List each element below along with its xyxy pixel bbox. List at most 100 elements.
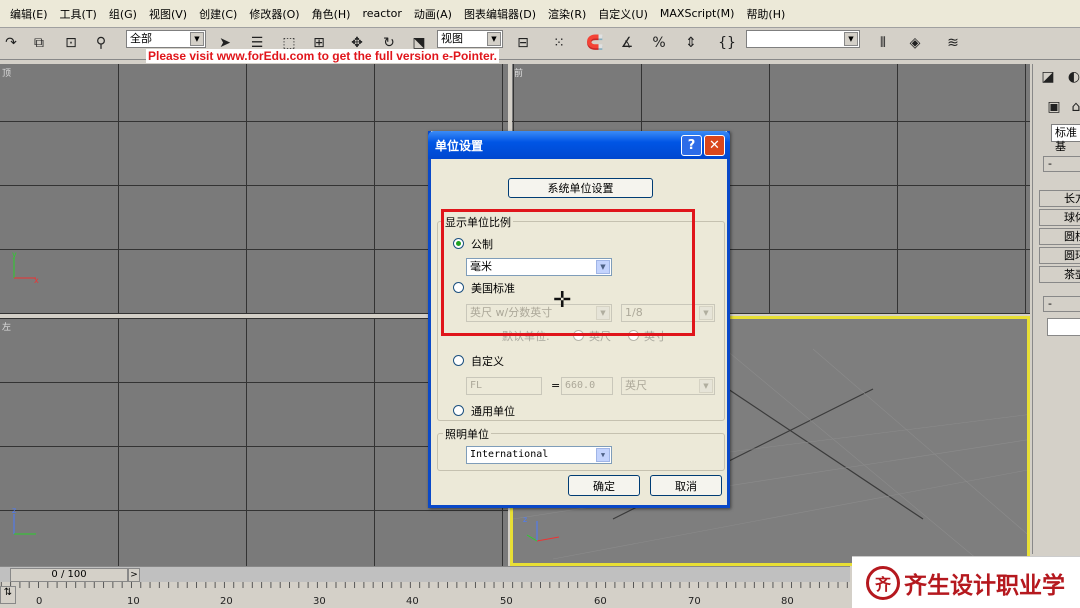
tick-label: 80 xyxy=(781,596,794,607)
menu-group[interactable]: 组(G) xyxy=(103,6,143,22)
dialog-titlebar[interactable]: 单位设置 ? ✕ xyxy=(428,131,730,159)
command-panel: ◪ ◐ ▣ ⌂ 标准基 - 长方 球体 圆柱 圆环 茶壶 - xyxy=(1032,64,1080,554)
help-icon[interactable]: ? xyxy=(681,135,702,156)
spinner-snap-icon[interactable]: ⇕ xyxy=(680,32,702,54)
custom-equals: = xyxy=(551,379,561,392)
close-icon[interactable]: ✕ xyxy=(704,135,725,156)
torus-button[interactable]: 圆环 xyxy=(1039,247,1080,264)
menu-graph-editors[interactable]: 图表编辑器(D) xyxy=(458,6,542,22)
select-manipulate-icon[interactable]: ⁙ xyxy=(548,32,570,54)
us-standard-dropdown[interactable]: 英尺 w/分数英寸 ▼ xyxy=(466,304,612,322)
modify-tab-icon[interactable]: ◐ xyxy=(1063,66,1080,88)
generic-units-radio[interactable] xyxy=(453,405,464,416)
link-icon[interactable]: ⧉ xyxy=(28,32,50,54)
menu-create[interactable]: 创建(C) xyxy=(193,6,243,22)
custom-unit-dropdown[interactable]: 英尺 ▼ xyxy=(621,377,715,395)
menu-tools[interactable]: 工具(T) xyxy=(54,6,103,22)
time-slider-bar: 0 / 100 > xyxy=(0,566,850,582)
metric-units-dropdown[interactable]: 毫米 ▼ xyxy=(466,258,612,276)
school-logo-icon: 齐 xyxy=(866,565,900,600)
mirror-icon[interactable]: ⫴ xyxy=(872,32,894,54)
menu-rendering[interactable]: 渲染(R) xyxy=(542,6,592,22)
next-frame-button[interactable]: > xyxy=(128,568,140,582)
custom-value-field[interactable]: 660.0 xyxy=(561,377,613,395)
percent-snap-icon[interactable]: % xyxy=(648,32,670,54)
ok-button[interactable]: 确定 xyxy=(568,475,640,496)
chevron-down-icon: ▼ xyxy=(596,306,610,320)
cancel-button[interactable]: 取消 xyxy=(650,475,722,496)
viewport-top-label[interactable]: 顶 xyxy=(2,66,11,79)
rollout-name-color[interactable]: - xyxy=(1043,296,1080,312)
system-units-button[interactable]: 系统单位设置 xyxy=(508,178,653,198)
feet-radio[interactable] xyxy=(573,330,584,341)
menu-customize[interactable]: 自定义(U) xyxy=(592,6,654,22)
us-fraction-value: 1/8 xyxy=(625,306,643,319)
selection-filter-dropdown[interactable]: 全部 ▼ xyxy=(126,30,206,48)
us-fraction-dropdown[interactable]: 1/8 ▼ xyxy=(621,304,715,322)
menu-bar: 编辑(E) 工具(T) 组(G) 视图(V) 创建(C) 修改器(O) 角色(H… xyxy=(0,0,1080,28)
chevron-down-icon: ▼ xyxy=(844,32,858,46)
pivot-center-icon[interactable]: ⊟ xyxy=(512,32,534,54)
align-icon[interactable]: ◈ xyxy=(904,32,926,54)
track-bar[interactable]: ⇅ 0 10 20 30 40 50 60 70 80 xyxy=(0,582,850,608)
object-type-dropdown[interactable]: 标准基 xyxy=(1051,124,1080,153)
chevron-down-icon: ▼ xyxy=(596,260,610,274)
time-slider[interactable]: 0 / 100 xyxy=(10,568,128,582)
custom-radio[interactable] xyxy=(453,355,464,366)
menu-reactor[interactable]: reactor xyxy=(356,7,407,20)
metric-radio[interactable] xyxy=(453,238,464,249)
feet-label: 英尺 xyxy=(589,330,611,343)
metric-units-value: 毫米 xyxy=(470,260,492,273)
tick-label: 70 xyxy=(688,596,701,607)
custom-name-field[interactable]: FL xyxy=(466,377,542,395)
menu-character[interactable]: 角色(H) xyxy=(306,6,357,22)
lighting-units-group: 照明单位 International ▼ xyxy=(437,426,725,471)
inches-label: 英寸 xyxy=(644,330,666,343)
move-cursor-icon: ✛ xyxy=(553,288,572,313)
create-tab-icon[interactable]: ◪ xyxy=(1037,66,1059,88)
us-standard-value: 英尺 w/分数英寸 xyxy=(470,306,553,319)
menu-animation[interactable]: 动画(A) xyxy=(408,6,458,22)
unlink-icon[interactable]: ⊡ xyxy=(60,32,82,54)
us-standard-radio[interactable] xyxy=(453,282,464,293)
us-standard-label: 美国标准 xyxy=(471,282,515,295)
shapes-icon[interactable]: ⌂ xyxy=(1065,96,1080,118)
object-type-value: 标准基 xyxy=(1055,126,1077,153)
menu-edit[interactable]: 编辑(E) xyxy=(4,6,54,22)
tick-label: 40 xyxy=(406,596,419,607)
redo-icon[interactable]: ↷ xyxy=(0,32,22,54)
viewport-left-label[interactable]: 左 xyxy=(2,320,11,333)
snap-toggle-icon[interactable]: 🧲 xyxy=(584,32,606,54)
menu-maxscript[interactable]: MAXScript(M) xyxy=(654,7,741,20)
tick-label: 0 xyxy=(36,596,43,607)
geometry-icon[interactable]: ▣ xyxy=(1043,96,1065,118)
dialog-title: 单位设置 xyxy=(435,139,484,153)
metric-label: 公制 xyxy=(471,238,493,251)
teapot-button[interactable]: 茶壶 xyxy=(1039,266,1080,283)
menu-modifiers[interactable]: 修改器(O) xyxy=(243,6,305,22)
display-unit-scale-group: 显示单位比例 公制 毫米 ▼ 美国标准 英尺 w/分数英寸 ▼ 1/8 ▼ 默认… xyxy=(437,214,725,421)
rollout-object-type[interactable]: - xyxy=(1043,156,1080,172)
named-selection-dropdown[interactable]: ▼ xyxy=(746,30,860,48)
viewport-front-label[interactable]: 前 xyxy=(514,66,523,79)
key-mode-icon[interactable]: ⇅ xyxy=(0,586,16,604)
named-selection-edit-icon[interactable]: {} xyxy=(716,32,738,54)
reference-coord-dropdown[interactable]: 视图 ▼ xyxy=(437,30,503,48)
sphere-button[interactable]: 球体 xyxy=(1039,209,1080,226)
name-input[interactable] xyxy=(1047,318,1080,336)
angle-snap-icon[interactable]: ∡ xyxy=(616,32,638,54)
menu-views[interactable]: 视图(V) xyxy=(143,6,193,22)
bind-space-warp-icon[interactable]: ⚲ xyxy=(90,32,112,54)
tick-label: 10 xyxy=(127,596,140,607)
inches-radio[interactable] xyxy=(628,330,639,341)
display-unit-scale-title: 显示单位比例 xyxy=(443,214,513,230)
chevron-down-icon: ▼ xyxy=(596,448,610,462)
custom-label: 自定义 xyxy=(471,355,504,368)
lighting-units-dropdown[interactable]: International ▼ xyxy=(466,446,612,464)
menu-help[interactable]: 帮助(H) xyxy=(740,6,791,22)
layer-manager-icon[interactable]: ≋ xyxy=(942,32,964,54)
cylinder-button[interactable]: 圆柱 xyxy=(1039,228,1080,245)
school-name: 齐生设计职业学 xyxy=(904,572,1065,599)
box-button[interactable]: 长方 xyxy=(1039,190,1080,207)
selection-filter-value: 全部 xyxy=(130,32,152,45)
